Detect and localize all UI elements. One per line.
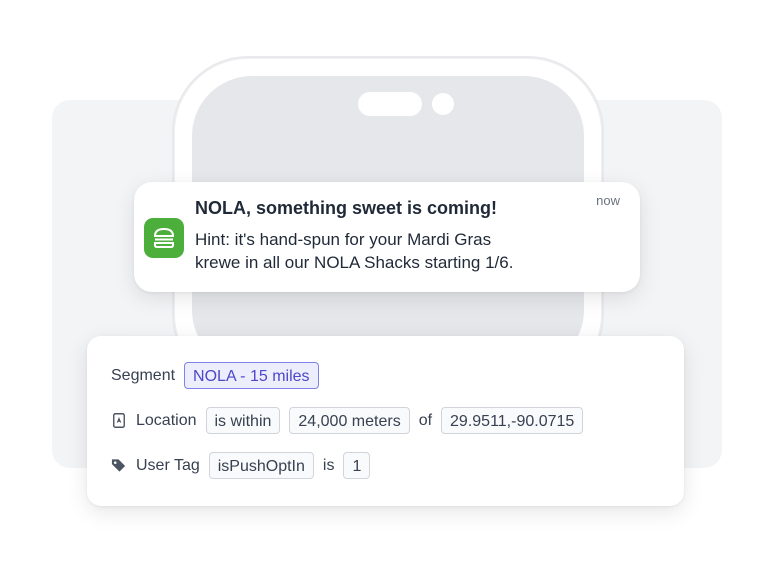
- user-tag-label: User Tag: [136, 456, 200, 474]
- notification-body: Hint: it's hand-spun for your Mardi Gras…: [195, 228, 615, 274]
- is-connector: is: [322, 456, 335, 474]
- notification-title: NOLA, something sweet is coming!: [195, 198, 498, 218]
- notification-time: now: [596, 193, 620, 208]
- burger-icon: [144, 218, 184, 258]
- location-label: Location: [136, 411, 197, 429]
- tag-value-chip[interactable]: 1: [343, 452, 371, 479]
- tag-icon: [111, 457, 127, 475]
- tag-rule-row: User Tag isPushOptIn is 1: [111, 452, 371, 479]
- tag-name-chip[interactable]: isPushOptIn: [208, 452, 314, 479]
- notification-body-line: Hint: it's hand-spun for your Mardi Gras: [195, 230, 492, 249]
- operator-chip[interactable]: is within: [205, 407, 281, 434]
- push-notification[interactable]: NOLA, something sweet is coming! now Hin…: [134, 182, 640, 292]
- distance-chip[interactable]: 24,000 meters: [289, 407, 410, 434]
- location-rule-row: Location is within 24,000 meters of 29.9…: [111, 407, 584, 434]
- dynamic-island-pill: [358, 92, 422, 116]
- location-icon: [111, 412, 127, 430]
- camera-dot: [432, 93, 454, 115]
- segment-card: Segment NOLA - 15 miles Location is with…: [87, 336, 684, 506]
- segment-chip[interactable]: NOLA - 15 miles: [184, 362, 319, 389]
- coordinates-chip[interactable]: 29.9511,-90.0715: [441, 407, 584, 434]
- of-connector: of: [418, 411, 433, 429]
- segment-row: Segment NOLA - 15 miles: [111, 362, 319, 389]
- segment-label: Segment: [111, 366, 176, 384]
- notification-body-line: krewe in all our NOLA Shacks starting 1/…: [195, 253, 514, 272]
